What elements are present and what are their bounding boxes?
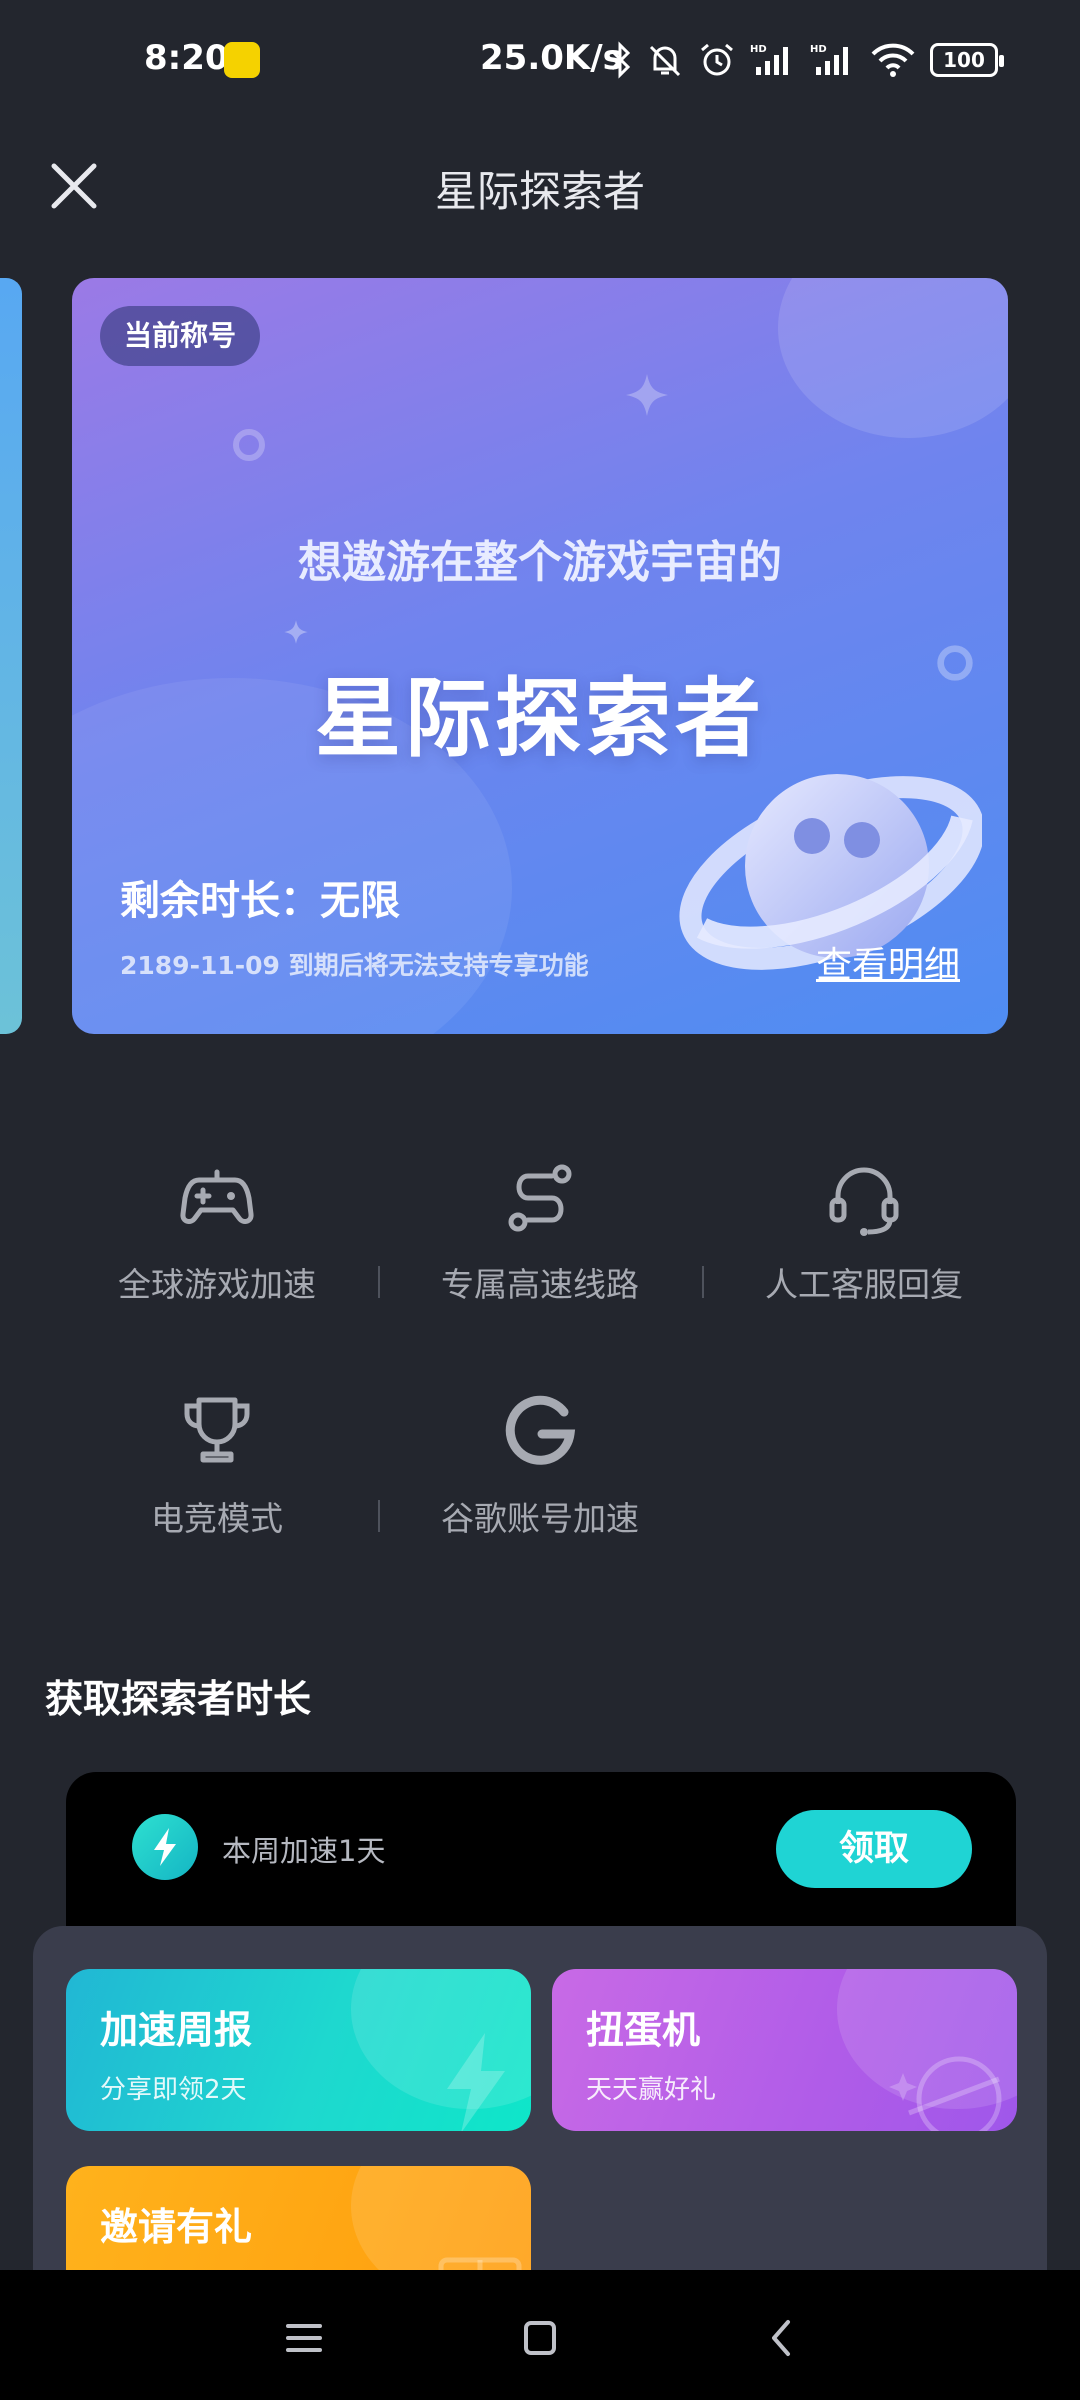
title-name: 星际探索者 bbox=[315, 669, 765, 769]
status-time: 8:20 bbox=[144, 38, 229, 78]
sparkle-icon bbox=[284, 620, 308, 644]
view-details-link[interactable]: 查看明细 bbox=[816, 936, 960, 988]
tile-title: 邀请有礼 bbox=[100, 2205, 253, 2249]
gacha-planet-icon bbox=[889, 2056, 1002, 2131]
tile-subtitle: 天天赢好礼 bbox=[586, 2075, 717, 2105]
current-title-card[interactable]: 当前称号 想遨游在整个游戏宇宙的 星际探索者 剩余时长：无限 2189-11-0… bbox=[72, 278, 1008, 1034]
claim-button[interactable]: 领取 bbox=[776, 1810, 972, 1888]
svg-text:HD: HD bbox=[810, 44, 827, 55]
battery-level: 100 bbox=[943, 48, 985, 72]
page-title: 星际探索者 bbox=[434, 167, 645, 216]
hd-signal-icon: HD bbox=[810, 44, 848, 75]
trophy-icon bbox=[184, 1397, 250, 1463]
sparkle-icon bbox=[626, 374, 668, 416]
lightning-icon bbox=[447, 2033, 505, 2131]
back-chevron-icon[interactable] bbox=[752, 2310, 812, 2366]
feature-global-acceleration[interactable]: 全球游戏加速 bbox=[77, 1160, 357, 1306]
section-title: 获取探索者时长 bbox=[45, 1677, 312, 1721]
tile-speed-weekly-report[interactable]: 加速周报 分享即领2天 bbox=[66, 1969, 531, 2131]
tile-title: 加速周报 bbox=[100, 2008, 253, 2052]
status-icons: HD HD 100 bbox=[608, 38, 1004, 82]
alarm-icon bbox=[701, 43, 733, 76]
expire-note: 2189-11-09 到期后将无法支持专享功能 bbox=[120, 951, 589, 980]
divider bbox=[378, 1500, 380, 1532]
svg-text:HD: HD bbox=[750, 44, 767, 55]
divider bbox=[702, 1266, 704, 1298]
feature-label: 人工客服回复 bbox=[765, 1265, 963, 1304]
task-label: 本周加速1天 bbox=[222, 1834, 386, 1868]
ring-icon bbox=[233, 429, 265, 461]
feature-label: 电竞模式 bbox=[151, 1499, 283, 1538]
tile-gacha-machine[interactable]: 扭蛋机 天天赢好礼 bbox=[552, 1969, 1017, 2131]
gamepad-icon bbox=[180, 1169, 254, 1224]
home-square-icon[interactable] bbox=[510, 2310, 570, 2366]
lightning-icon bbox=[132, 1814, 198, 1880]
bluetooth-icon bbox=[610, 41, 631, 79]
tile-subtitle: 分享即领2天 bbox=[100, 2075, 247, 2105]
feature-label: 专属高速线路 bbox=[441, 1265, 639, 1304]
hd-signal-icon: HD bbox=[750, 44, 788, 75]
divider bbox=[378, 1266, 380, 1298]
google-g-icon bbox=[505, 1395, 576, 1465]
mute-bell-icon bbox=[649, 45, 681, 77]
feature-dedicated-route[interactable]: 专属高速线路 bbox=[400, 1160, 680, 1306]
feature-label: 全球游戏加速 bbox=[118, 1265, 316, 1304]
wifi-icon bbox=[871, 43, 915, 77]
status-bar: 8:20 25.0K/s HD HD 100 bbox=[0, 0, 1080, 120]
headset-icon bbox=[829, 1167, 899, 1236]
current-title-badge: 当前称号 bbox=[100, 306, 261, 366]
title-subtitle: 想遨游在整个游戏宇宙的 bbox=[298, 537, 782, 588]
feature-google-account[interactable]: 谷歌账号加速 bbox=[400, 1394, 680, 1540]
network-speed: 25.0K/s bbox=[480, 38, 623, 78]
menu-icon[interactable] bbox=[274, 2310, 334, 2366]
remaining-duration: 剩余时长：无限 bbox=[120, 878, 400, 924]
route-icon bbox=[508, 1164, 572, 1232]
decor-blob bbox=[778, 278, 1008, 438]
tile-title: 扭蛋机 bbox=[586, 2008, 701, 2052]
feature-customer-service[interactable]: 人工客服回复 bbox=[724, 1160, 1004, 1306]
app-notification-icon bbox=[224, 42, 260, 78]
system-nav-bar bbox=[0, 2270, 1080, 2400]
feature-esports-mode[interactable]: 电竞模式 bbox=[77, 1394, 357, 1540]
feature-label: 谷歌账号加速 bbox=[441, 1499, 639, 1538]
previous-title-card[interactable] bbox=[0, 278, 22, 1034]
battery-icon: 100 bbox=[930, 43, 1004, 77]
